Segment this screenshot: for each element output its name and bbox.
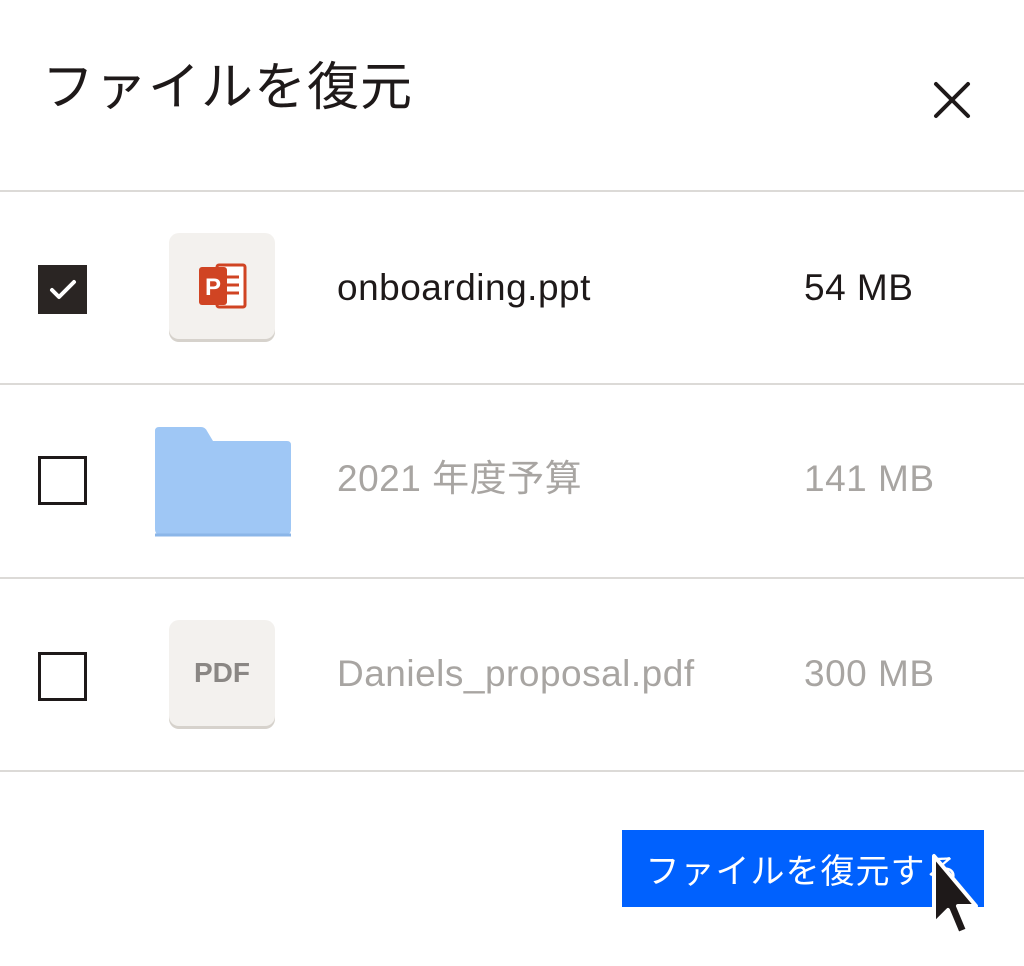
svg-text:P: P [205,274,221,301]
file-size: 300 MB [804,653,935,694]
file-size: 141 MB [804,458,935,499]
file-checkbox[interactable] [38,456,87,505]
close-icon [934,82,970,118]
dialog-title: ファイルを復元 [42,58,414,118]
file-checkbox[interactable] [38,652,87,701]
file-checkbox[interactable] [38,265,87,314]
divider [0,770,1024,772]
file-row[interactable]: PDF Daniels_proposal.pdf 300 MB [0,579,1024,771]
checkmark-icon [49,279,76,299]
pdf-file-icon: PDF [169,620,275,726]
file-name: 2021 年度予算 [337,458,583,499]
file-name: onboarding.ppt [337,267,591,308]
powerpoint-file-icon: P [199,263,247,309]
pdf-label: PDF [194,657,250,688]
file-row[interactable]: 2021 年度予算 141 MB [0,385,1024,577]
restore-files-button[interactable]: ファイルを復元する [622,830,984,907]
file-row[interactable]: P onboarding.ppt 54 MB [0,192,1024,384]
folder-icon [155,427,291,537]
file-thumbnail: P [169,233,275,339]
close-button[interactable] [926,74,978,126]
file-name: Daniels_proposal.pdf [337,653,695,694]
restore-files-dialog: ファイルを復元 P onboarding.ppt 54 MB 2021 年度予算… [0,0,1024,966]
file-size: 54 MB [804,267,914,308]
